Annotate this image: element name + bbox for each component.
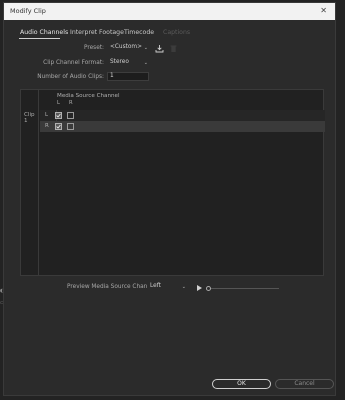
active-tab-indicator [19, 38, 60, 39]
clip-1-label: Clip 1 [24, 112, 35, 124]
play-icon[interactable] [196, 284, 203, 292]
preset-label: Preset: [83, 45, 104, 51]
channel-assignment-grid: Clip 1 Media Source Channel L R L R [20, 89, 325, 276]
clip-label-column: Clip 1 [21, 90, 39, 275]
preset-dropdown[interactable]: <Custom> ⌄ [107, 43, 151, 52]
checkmark-icon [56, 124, 61, 129]
chevron-down-icon: ⌄ [143, 60, 148, 66]
clip-channel-format-dropdown[interactable]: Stereo ⌄ [107, 58, 151, 67]
column-header-r: R [69, 100, 73, 106]
preview-channel-value: Left [150, 283, 161, 289]
tab-audio-channels[interactable]: Audio Channels [20, 29, 68, 36]
preview-volume-slider[interactable] [206, 288, 279, 289]
table-row[interactable]: R [40, 121, 325, 132]
cancel-button[interactable]: Cancel [275, 379, 334, 389]
preview-channel-label: Preview Media Source Channel: [67, 284, 159, 290]
trash-icon [169, 44, 178, 53]
chevron-down-icon: ⌄ [143, 45, 148, 51]
column-header-l: L [57, 100, 60, 106]
clip-channel-format-value: Stereo [110, 59, 129, 65]
number-of-audio-clips-input[interactable]: 1 [107, 72, 149, 81]
checkbox-row1-right[interactable] [67, 112, 74, 119]
checkmark-icon [56, 113, 61, 118]
tab-interpret-footage[interactable]: Interpret Footage [70, 29, 124, 36]
preset-value: <Custom> [110, 44, 142, 50]
number-of-audio-clips-label: Number of Audio Clips: [37, 74, 104, 80]
tab-timecode[interactable]: Timecode [124, 29, 154, 36]
tab-captions: Captions [163, 29, 191, 36]
table-row[interactable]: L [40, 110, 325, 121]
dialog-title: Modify Clip [10, 7, 46, 15]
channel-label: L [45, 112, 49, 118]
checkbox-row2-left[interactable] [55, 123, 62, 130]
checkbox-row1-left[interactable] [55, 112, 62, 119]
preview-channel-dropdown[interactable]: Left ⌄ [147, 282, 189, 291]
clip-channel-format-label: Clip Channel Format: [43, 60, 104, 66]
checkbox-row2-right[interactable] [67, 123, 74, 130]
ok-button[interactable]: OK [212, 379, 271, 389]
channel-label: R [45, 123, 49, 129]
close-icon[interactable]: ✕ [320, 6, 327, 16]
slider-handle[interactable] [206, 286, 211, 291]
chevron-down-icon: ⌄ [181, 284, 186, 290]
media-source-channel-header: Media Source Channel [57, 93, 120, 99]
save-preset-icon[interactable] [155, 44, 164, 53]
title-bar[interactable]: Modify Clip ✕ [4, 3, 335, 20]
modify-clip-dialog: Modify Clip ✕ Audio Channels Interpret F… [3, 2, 336, 396]
